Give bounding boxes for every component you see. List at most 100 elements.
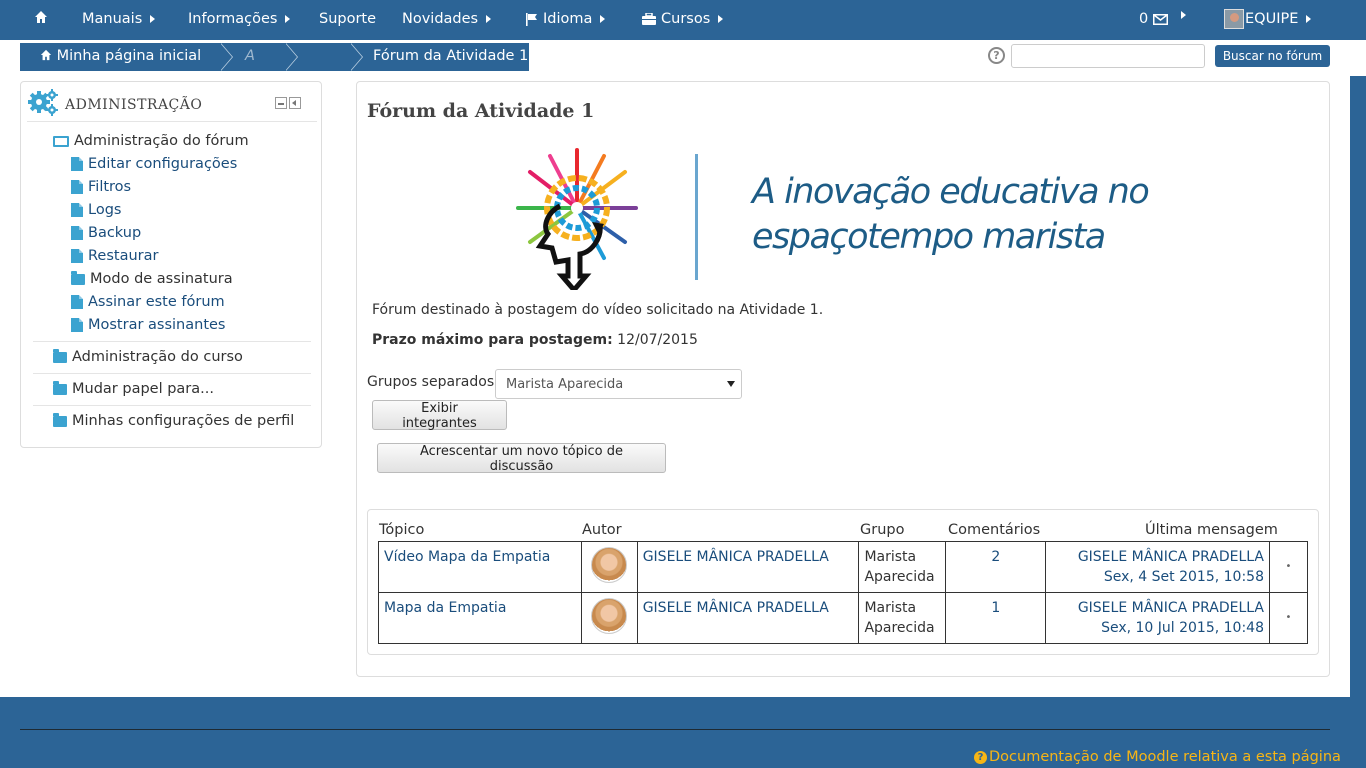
folder-icon: [71, 270, 85, 285]
caret-right-icon: [1306, 15, 1312, 23]
caret-right-icon: [600, 15, 606, 23]
menu-label: Cursos: [661, 11, 711, 27]
tree-forum-admin[interactable]: Administração do fórum: [53, 133, 249, 149]
menu-idioma[interactable]: Idioma: [525, 11, 606, 27]
tree-backup[interactable]: Backup: [71, 225, 141, 241]
last-post-date[interactable]: Sex, 10 Jul 2015, 10:48: [1051, 618, 1264, 638]
comments-count[interactable]: 2: [945, 541, 1047, 593]
add-topic-button[interactable]: Acrescentar um novo tópico de discussão: [377, 443, 666, 474]
menu-label: Suporte: [319, 11, 377, 27]
breadcrumb-current[interactable]: Fórum da Atividade 1: [373, 48, 528, 64]
header-topic[interactable]: Tópico: [379, 522, 424, 538]
comments-count[interactable]: 1: [945, 592, 1047, 644]
page-scrollbar[interactable]: [1350, 40, 1366, 768]
file-icon: [71, 226, 83, 240]
author-link[interactable]: GISELE MÂNICA PRADELLA: [636, 541, 860, 593]
header-author[interactable]: Autor: [582, 522, 622, 538]
last-post-author[interactable]: GISELE MÂNICA PRADELLA: [1051, 547, 1264, 567]
row-action[interactable]: •: [1268, 541, 1309, 593]
help-icon[interactable]: ?: [988, 47, 1005, 64]
author-picture-cell: [580, 592, 638, 644]
tree-label: Filtros: [88, 179, 132, 195]
tree-label: Backup: [88, 225, 142, 241]
moodle-docs-link[interactable]: ? Documentação de Moodle relativa a esta …: [974, 749, 1341, 765]
caret-right-icon: [1181, 11, 1186, 19]
tree-filters[interactable]: Filtros: [71, 179, 131, 195]
tree-restore[interactable]: Restaurar: [71, 248, 158, 264]
menu-label: Novidades: [402, 11, 479, 27]
menu-novidades[interactable]: Novidades: [402, 11, 492, 27]
menu-manuais[interactable]: Manuais: [82, 11, 156, 27]
caret-right-icon: [718, 15, 724, 23]
forum-description: Fórum destinado à postagem do vídeo soli…: [372, 302, 824, 318]
menu-cursos[interactable]: Cursos: [642, 11, 724, 27]
tree-edit-settings[interactable]: Editar configurações: [71, 156, 237, 172]
tree-label: Editar configurações: [88, 156, 238, 172]
user-avatar: [1224, 9, 1244, 29]
file-icon: [71, 180, 83, 194]
tree-course-admin[interactable]: Administração do curso: [53, 348, 243, 365]
menu-label: Idioma: [543, 11, 593, 27]
banner-divider: [695, 154, 698, 280]
docs-link-label: Documentação de Moodle relativa a esta p…: [989, 749, 1341, 765]
file-icon: [71, 295, 83, 309]
tree-label: Logs: [88, 202, 122, 218]
groups-select[interactable]: Marista Aparecida: [495, 369, 742, 399]
last-post-cell[interactable]: GISELE MÂNICA PRADELLA Sex, 4 Set 2015, 1…: [1045, 541, 1270, 593]
tree-label: Modo de assinatura: [90, 271, 233, 287]
home-icon: [40, 49, 52, 61]
block-header: ADMINISTRAÇÃO: [27, 88, 317, 122]
header-comments[interactable]: Comentários: [948, 522, 1040, 538]
page-title: Fórum da Atividade 1: [367, 100, 595, 122]
discussion-table-container: Tópico Autor Grupo Comentários Última me…: [367, 509, 1319, 655]
tree-profile-settings[interactable]: Minhas configurações de perfil: [53, 412, 295, 429]
caret-right-icon: [285, 15, 291, 23]
topic-link[interactable]: Vídeo Mapa da Empatia: [378, 541, 582, 593]
messages-menu[interactable]: 0: [1139, 11, 1169, 27]
groups-label: Grupos separados: [367, 374, 495, 390]
search-forum-button[interactable]: Buscar no fórum: [1215, 45, 1330, 67]
tree-show-subscribers[interactable]: Mostrar assinantes: [71, 317, 226, 333]
breadcrumb-label: Minha página inicial: [56, 48, 202, 64]
last-post-date[interactable]: Sex, 4 Set 2015, 10:58: [1051, 567, 1264, 587]
top-navbar: Manuais Informações Suporte Novidades Id…: [0, 0, 1366, 40]
gears-icon: [28, 89, 58, 116]
topic-link[interactable]: Mapa da Empatia: [378, 592, 582, 644]
home-icon[interactable]: [34, 10, 48, 24]
breadcrumb-home[interactable]: Minha página inicial: [40, 48, 201, 64]
tree-subscription-mode[interactable]: Modo de assinatura: [71, 270, 233, 287]
show-members-button[interactable]: Exibir integrantes: [372, 400, 507, 431]
last-post-author[interactable]: GISELE MÂNICA PRADELLA: [1051, 598, 1264, 618]
group-cell: Marista Aparecida: [858, 541, 947, 593]
page-footer: ? Documentação de Moodle relativa a esta …: [0, 697, 1366, 768]
menu-informacoes[interactable]: Informações: [188, 11, 291, 27]
minimize-icon[interactable]: [275, 97, 287, 109]
caret-right-icon: [486, 15, 492, 23]
tree-subscribe[interactable]: Assinar este fórum: [71, 294, 225, 310]
tree-switch-role[interactable]: Mudar papel para...: [53, 380, 214, 397]
head-logo-icon: [516, 148, 638, 290]
dock-icon[interactable]: [289, 97, 301, 109]
author-avatar[interactable]: [591, 547, 628, 583]
breadcrumb-separator: [220, 43, 235, 71]
messages-caret[interactable]: [1178, 11, 1186, 19]
banner-text: A inovação educativa no espaçotempo mari…: [752, 170, 1150, 260]
tree-logs[interactable]: Logs: [71, 202, 121, 218]
header-group[interactable]: Grupo: [860, 522, 904, 538]
menu-suporte[interactable]: Suporte: [319, 11, 376, 27]
menu-label: Manuais: [82, 11, 143, 27]
file-icon: [71, 318, 83, 332]
discussion-table: Vídeo Mapa da Empatia GISELE MÂNICA PRAD…: [378, 541, 1309, 644]
forum-search-input[interactable]: [1011, 44, 1205, 68]
last-post-cell[interactable]: GISELE MÂNICA PRADELLA Sex, 10 Jul 2015, …: [1045, 592, 1270, 644]
author-link[interactable]: GISELE MÂNICA PRADELLA: [636, 592, 860, 644]
tree-label: Minhas configurações de perfil: [72, 413, 295, 429]
tree-label: Administração do curso: [72, 349, 243, 365]
user-menu[interactable]: EQUIPE: [1224, 9, 1312, 29]
header-last-post[interactable]: Última mensagem: [1145, 522, 1278, 538]
row-action[interactable]: •: [1268, 592, 1309, 644]
author-avatar[interactable]: [591, 598, 628, 634]
breadcrumb-separator: [285, 43, 300, 71]
divider: [33, 341, 311, 342]
breadcrumb-course[interactable]: A: [245, 48, 255, 64]
